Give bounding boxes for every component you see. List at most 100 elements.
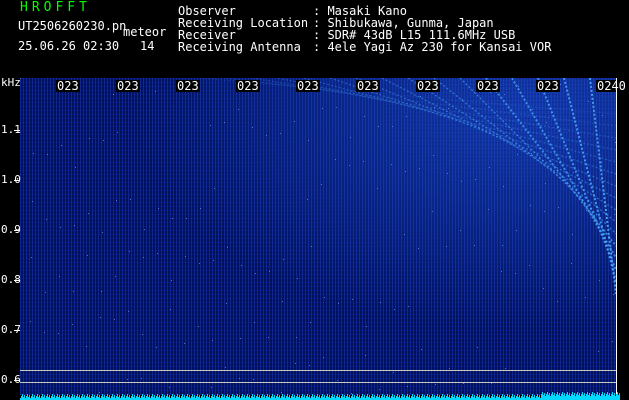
noise-dot xyxy=(103,140,104,141)
signal-bar xyxy=(613,395,614,400)
signal-bar xyxy=(545,396,546,400)
signal-bar xyxy=(219,395,220,400)
signal-bar xyxy=(532,394,533,400)
time-label: 0240 xyxy=(596,79,627,93)
signal-bar xyxy=(329,395,330,400)
signal-bar xyxy=(539,395,540,400)
noise-dot xyxy=(474,245,475,246)
signal-bar xyxy=(236,396,237,400)
signal-bar xyxy=(62,394,63,400)
signal-bar xyxy=(104,395,105,400)
antenna-value: : 4ele Yagi Az 230 for Kansai VOR xyxy=(313,40,552,54)
noise-dot xyxy=(545,183,546,184)
signal-bar xyxy=(307,394,308,400)
signal-bar xyxy=(504,395,505,400)
signal-bar xyxy=(22,394,23,400)
signal-bar xyxy=(476,396,477,400)
noise-dot xyxy=(349,165,350,166)
signal-bar xyxy=(332,394,333,400)
noise-dot xyxy=(460,230,461,231)
signal-bar xyxy=(342,394,343,400)
signal-bar xyxy=(147,394,148,400)
signal-bar xyxy=(312,394,313,400)
signal-bar xyxy=(64,395,65,400)
frequency-tick xyxy=(14,230,20,231)
signal-bar xyxy=(171,396,172,400)
signal-bar xyxy=(527,394,528,400)
signal-bar xyxy=(412,394,413,400)
signal-bar xyxy=(387,394,388,400)
signal-bar xyxy=(186,396,187,400)
signal-bar xyxy=(551,394,552,400)
noise-dot xyxy=(337,380,338,381)
noise-dot xyxy=(322,108,323,109)
noise-dot xyxy=(404,234,405,235)
signal-bar xyxy=(216,396,217,400)
signal-bar xyxy=(152,394,153,400)
signal-bar xyxy=(91,396,92,400)
signal-bar xyxy=(297,394,298,400)
signal-bar xyxy=(317,394,318,400)
noise-dot xyxy=(255,273,256,274)
noise-dot xyxy=(432,211,433,212)
signal-bar xyxy=(604,393,605,400)
signal-bar xyxy=(117,394,118,400)
noise-dot xyxy=(58,333,59,334)
noise-dot xyxy=(338,303,339,304)
signal-bar xyxy=(567,392,568,400)
doppler-streak xyxy=(381,78,616,199)
signal-bar xyxy=(386,396,387,400)
signal-bar xyxy=(127,394,128,400)
signal-bar xyxy=(299,395,300,400)
signal-bar xyxy=(419,395,420,400)
noise-dot xyxy=(171,280,172,281)
file-name: UT2506260230.pn xyxy=(18,19,127,33)
signal-bar xyxy=(142,394,143,400)
signal-bar xyxy=(553,395,554,400)
signal-bar xyxy=(591,394,592,400)
signal-bar xyxy=(583,395,584,400)
signal-bar xyxy=(477,394,478,400)
signal-bar xyxy=(404,395,405,400)
signal-bar xyxy=(59,395,60,400)
signal-bar xyxy=(382,394,383,400)
noise-dot xyxy=(185,256,186,257)
signal-bar xyxy=(32,394,33,400)
signal-bar xyxy=(514,395,515,400)
signal-bar xyxy=(69,395,70,400)
signal-bar xyxy=(592,392,593,400)
signal-bar xyxy=(572,392,573,400)
noise-dot xyxy=(172,218,173,219)
signal-bar xyxy=(578,395,579,400)
noise-dot xyxy=(573,172,574,173)
noise-dot xyxy=(434,107,435,108)
noise-dot xyxy=(115,276,116,277)
noise-dot xyxy=(588,101,589,102)
signal-bar xyxy=(292,394,293,400)
noise-dot xyxy=(531,153,532,154)
time-label: 023 xyxy=(116,79,140,93)
signal-bar xyxy=(21,396,22,400)
signal-bar xyxy=(331,396,332,400)
signal-bar xyxy=(605,396,606,400)
signal-bar xyxy=(176,396,177,400)
signal-bar xyxy=(436,396,437,400)
signal-bar xyxy=(367,394,368,400)
time-label: 023 xyxy=(356,79,380,93)
noise-dot xyxy=(227,247,228,248)
signal-bar xyxy=(601,394,602,400)
signal-bar xyxy=(542,392,543,400)
signal-bar xyxy=(24,395,25,400)
signal-bar xyxy=(441,396,442,400)
signal-bar xyxy=(246,396,247,400)
signal-bar xyxy=(144,395,145,400)
signal-bar xyxy=(491,396,492,400)
signal-bar xyxy=(357,394,358,400)
signal-bar xyxy=(472,394,473,400)
signal-bar xyxy=(496,396,497,400)
signal-bar xyxy=(381,396,382,400)
noise-dot xyxy=(252,127,253,128)
time-label: 023 xyxy=(416,79,440,93)
noise-dot xyxy=(378,126,379,127)
noise-dot xyxy=(335,159,336,160)
